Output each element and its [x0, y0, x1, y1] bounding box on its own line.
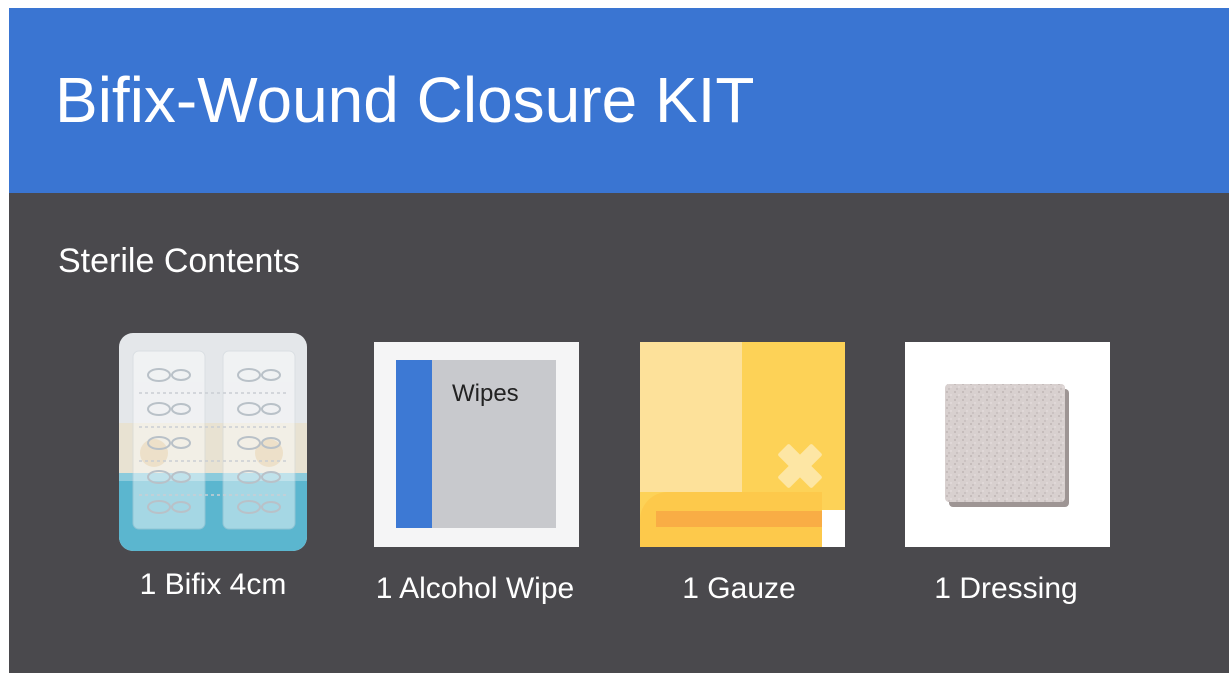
dressing-icon	[905, 342, 1110, 547]
alcohol-wipe-icon: Wipes	[374, 342, 579, 547]
slide: Bifix-Wound Closure KIT Sterile Contents	[9, 8, 1229, 673]
item-caption-alcohol-wipe: 1 Alcohol Wipe	[375, 572, 575, 605]
page-title: Bifix-Wound Closure KIT	[55, 64, 755, 136]
header-banner: Bifix-Wound Closure KIT	[9, 8, 1229, 193]
wipes-package-label: Wipes	[452, 380, 519, 407]
item-caption-bifix: 1 Bifix 4cm	[139, 568, 287, 601]
section-title: Sterile Contents	[58, 242, 300, 280]
bifix-closure-strips-icon	[119, 333, 307, 551]
item-caption-dressing: 1 Dressing	[934, 572, 1078, 605]
item-caption-gauze: 1 Gauze	[682, 572, 796, 605]
gauze-icon	[640, 342, 845, 547]
